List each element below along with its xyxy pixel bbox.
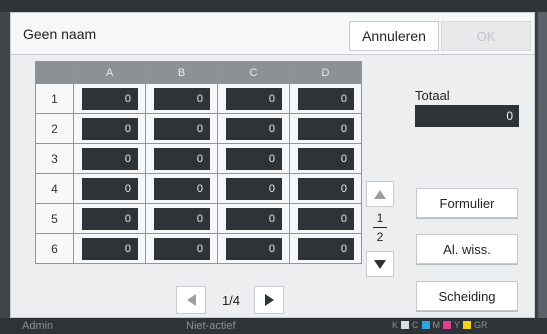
previous-page-button[interactable] [176, 286, 206, 314]
count-cell[interactable]: 0 [154, 87, 210, 110]
count-cell[interactable]: 0 [226, 237, 282, 260]
row-label: 2 [35, 113, 74, 144]
count-cell[interactable]: 0 [154, 147, 210, 170]
machine-status: Niet-actief [186, 320, 236, 332]
toner-m-label: M [432, 320, 441, 330]
triangle-up-icon [374, 189, 386, 199]
toner-k-swatch [401, 321, 410, 329]
triangle-down-icon [374, 259, 386, 269]
background-left-panel [0, 12, 10, 318]
count-cell[interactable]: 0 [298, 147, 354, 170]
column-page-indicator: 1/4 [221, 293, 241, 308]
table-row: 5 0 0 0 0 [35, 203, 362, 234]
total-label: Totaal [415, 88, 450, 103]
table-row: 2 0 0 0 0 [35, 113, 362, 144]
toner-c-swatch [421, 321, 430, 329]
count-cell[interactable]: 0 [154, 177, 210, 200]
row-page-total: 2 [376, 230, 384, 244]
column-header-c: C [217, 61, 290, 84]
toner-m-swatch [443, 321, 452, 329]
column-header-b: B [145, 61, 218, 84]
count-cell[interactable]: 0 [82, 207, 138, 230]
table-row: 1 0 0 0 0 [35, 83, 362, 114]
total-value: 0 [415, 105, 519, 127]
cancel-button[interactable]: Annuleren [349, 21, 439, 51]
row-label: 5 [35, 203, 74, 234]
grid-corner [35, 61, 74, 84]
triangle-left-icon [186, 294, 196, 306]
next-page-button[interactable] [254, 286, 284, 314]
row-label: 1 [35, 83, 74, 114]
clear-all-button[interactable]: Al. wiss. [416, 234, 518, 264]
count-cell[interactable]: 0 [226, 177, 282, 200]
count-cell[interactable]: 0 [298, 237, 354, 260]
toner-c-label: C [412, 320, 419, 330]
dialog-title[interactable]: Geen naam [23, 26, 96, 42]
scroll-up-button[interactable] [366, 181, 394, 207]
count-grid: A B C D 1 0 0 0 0 2 0 0 0 0 3 0 0 0 0 4 … [35, 61, 362, 264]
form-button[interactable]: Formulier [416, 188, 518, 218]
count-cell[interactable]: 0 [226, 117, 282, 140]
background-top-bar [0, 0, 547, 12]
table-row: 4 0 0 0 0 [35, 173, 362, 204]
row-label: 4 [35, 173, 74, 204]
table-row: 3 0 0 0 0 [35, 143, 362, 174]
count-cell[interactable]: 0 [154, 207, 210, 230]
row-page-indicator: 1 2 [366, 211, 394, 244]
row-label: 3 [35, 143, 74, 174]
row-page-current: 1 [376, 211, 384, 225]
copy-count-dialog: Geen naam Annuleren OK A B C D 1 0 0 0 0… [10, 12, 535, 318]
toner-gr-label: GR [474, 320, 488, 330]
user-label: Admin [22, 320, 54, 332]
triangle-right-icon [264, 294, 274, 306]
count-cell[interactable]: 0 [154, 117, 210, 140]
count-cell[interactable]: 0 [82, 87, 138, 110]
separation-button[interactable]: Scheiding [416, 281, 518, 311]
toner-levels: K C M Y GR [392, 320, 488, 330]
column-header-a: A [73, 61, 146, 84]
toner-k-label: K [392, 320, 399, 330]
count-cell[interactable]: 0 [82, 237, 138, 260]
toner-y-label: Y [454, 320, 461, 330]
fraction-divider [373, 227, 387, 228]
count-cell[interactable]: 0 [154, 237, 210, 260]
count-cell[interactable]: 0 [82, 117, 138, 140]
table-row: 6 0 0 0 0 [35, 233, 362, 264]
count-cell[interactable]: 0 [226, 207, 282, 230]
count-cell[interactable]: 0 [298, 117, 354, 140]
row-label: 6 [35, 233, 74, 264]
count-cell[interactable]: 0 [82, 177, 138, 200]
count-cell[interactable]: 0 [82, 147, 138, 170]
ok-button[interactable]: OK [441, 21, 531, 51]
dialog-title-bar: Geen naam Annuleren OK [11, 13, 534, 55]
column-header-d: D [289, 61, 362, 84]
count-cell[interactable]: 0 [298, 87, 354, 110]
count-cell[interactable]: 0 [298, 177, 354, 200]
count-cell[interactable]: 0 [226, 147, 282, 170]
scroll-down-button[interactable] [366, 251, 394, 277]
background-status-bar: Admin Niet-actief K C M Y GR [0, 318, 547, 334]
count-cell[interactable]: 0 [298, 207, 354, 230]
toner-y-swatch [463, 321, 472, 329]
background-right-panel [538, 12, 547, 318]
count-cell[interactable]: 0 [226, 87, 282, 110]
